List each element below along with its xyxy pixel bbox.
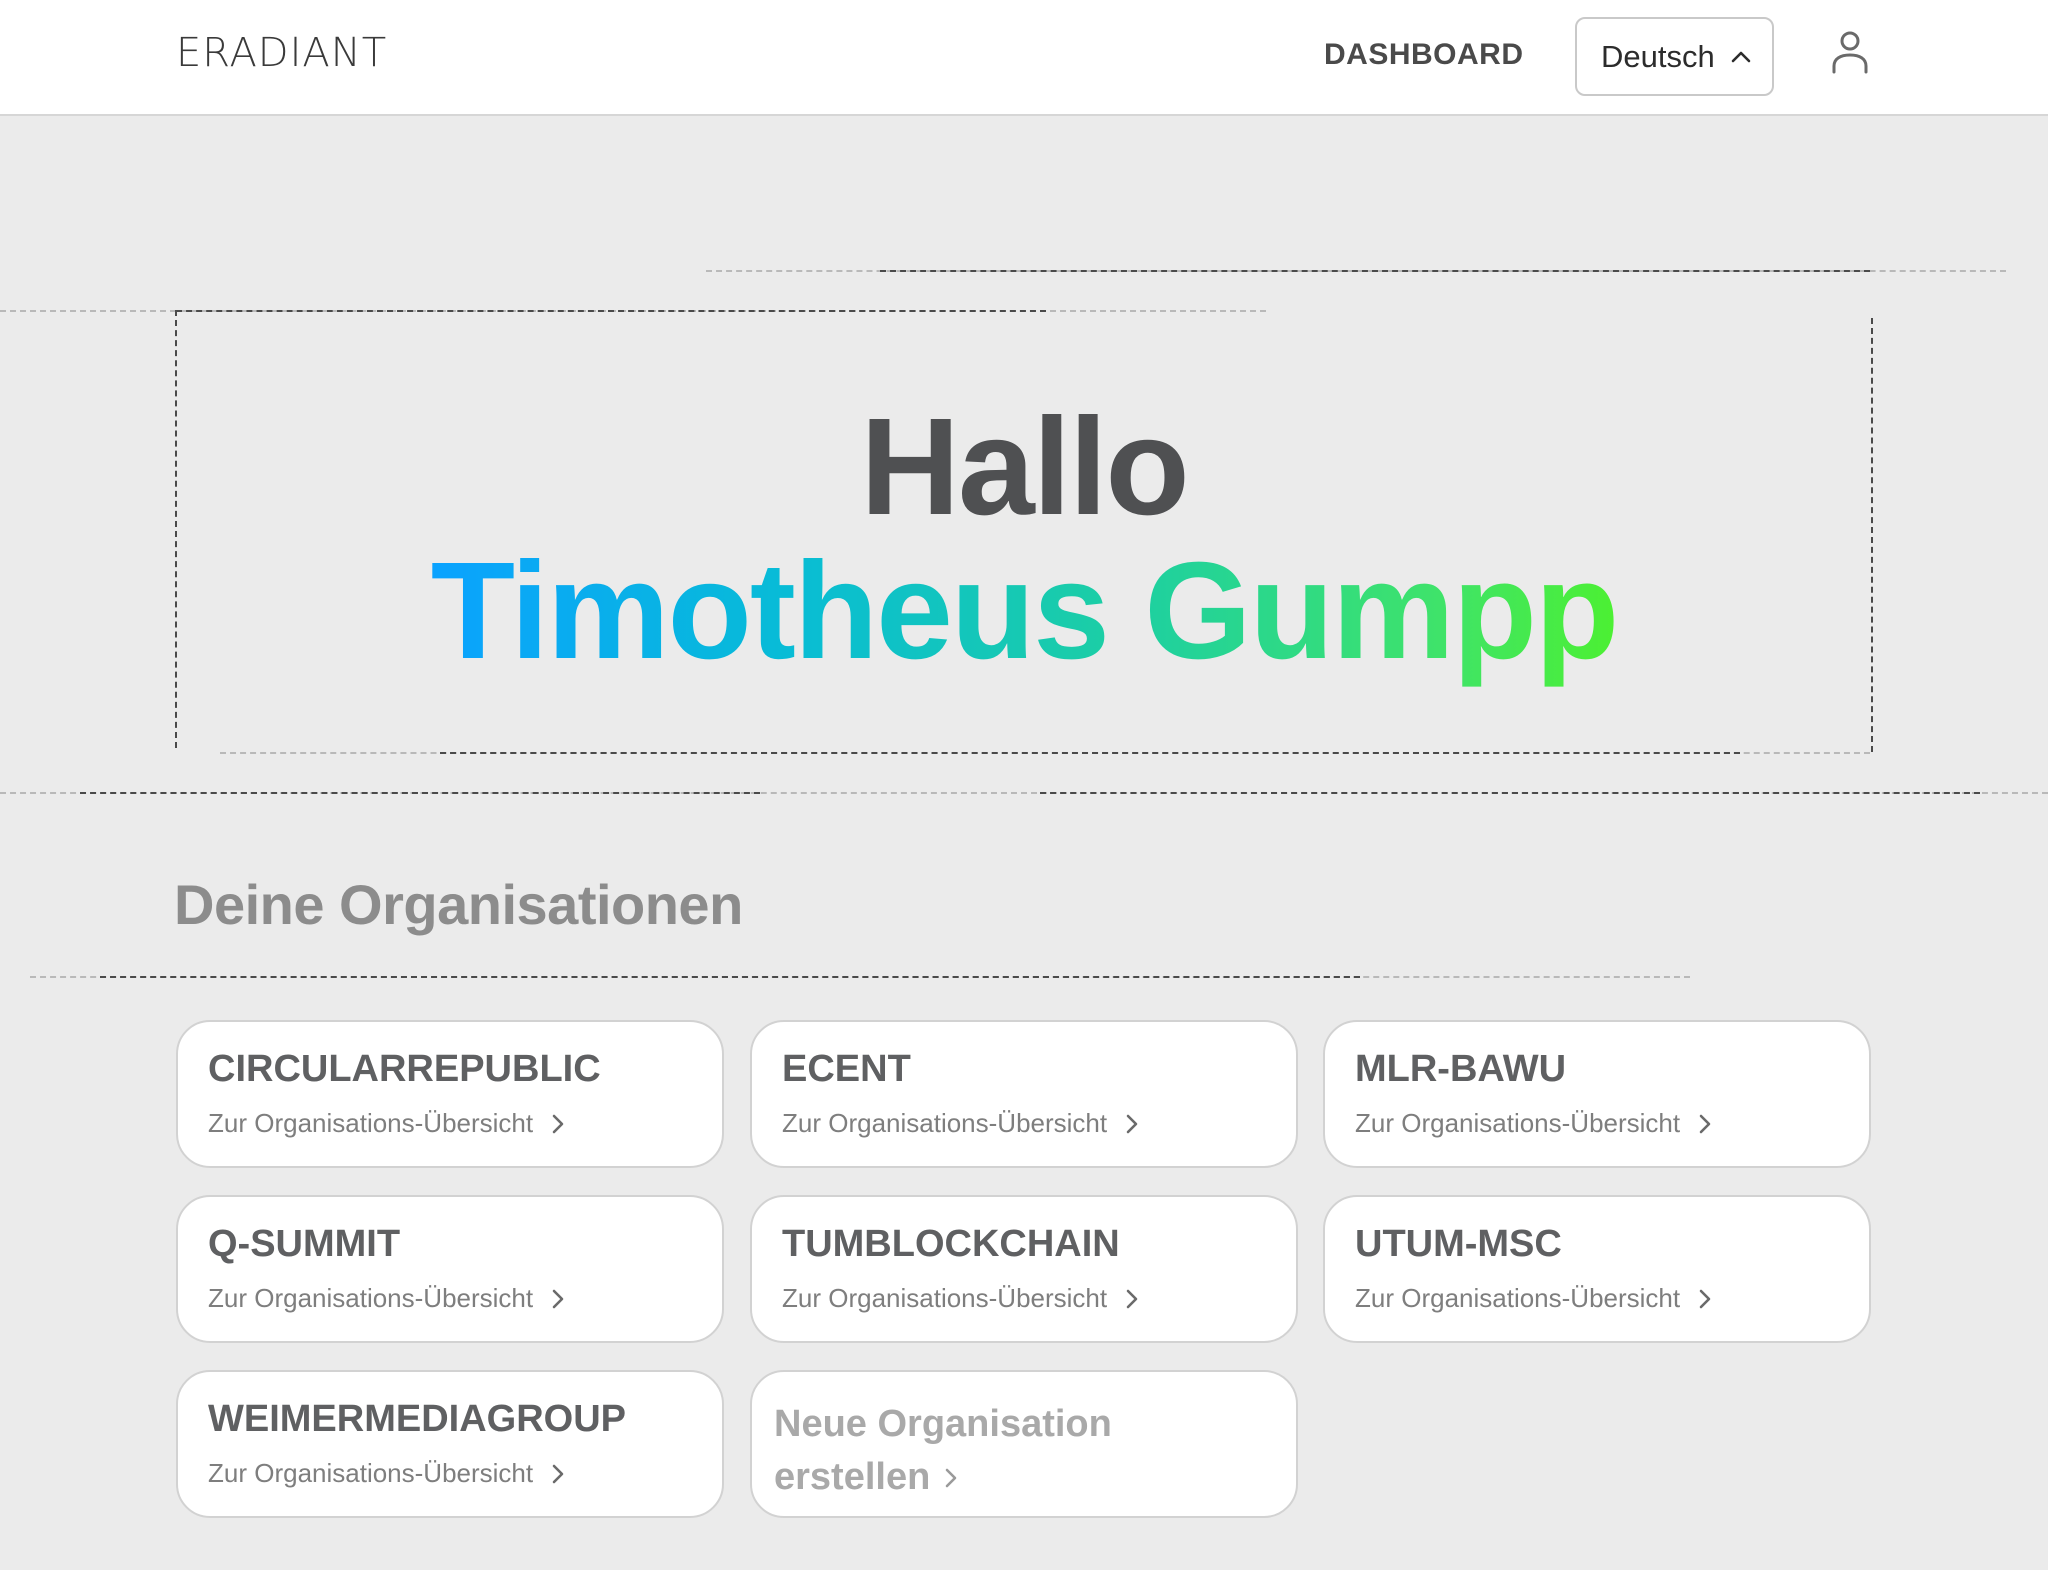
- chevron-right-icon: [552, 1464, 564, 1483]
- organisation-card[interactable]: TUMBLOCKCHAIN Zur Organisations-Übersich…: [750, 1195, 1298, 1343]
- create-organisation-card[interactable]: Neue Organisation erstellen: [750, 1370, 1298, 1518]
- decorative-dashed-line: [880, 270, 1870, 272]
- chevron-right-icon: [1699, 1114, 1711, 1133]
- create-organisation-label: Neue Organisation erstellen: [774, 1398, 1112, 1504]
- organisation-name: WEIMERMEDIAGROUP: [208, 1398, 626, 1440]
- organisation-name: Q-SUMMIT: [208, 1223, 401, 1265]
- organisation-overview-label: Zur Organisations-Übersicht: [782, 1283, 1108, 1313]
- create-organisation-line2: erstellen: [774, 1456, 931, 1498]
- organisation-overview-label: Zur Organisations-Übersicht: [208, 1108, 534, 1138]
- greeting-user-name: Timotheus Gumpp: [0, 536, 2048, 686]
- decorative-dashed-line: [440, 752, 1740, 754]
- chevron-right-icon: [1699, 1289, 1711, 1308]
- user-icon[interactable]: [1830, 30, 1870, 74]
- organisation-name: MLR-BAWU: [1355, 1048, 1567, 1090]
- organisation-card[interactable]: WEIMERMEDIAGROUP Zur Organisations-Übers…: [176, 1370, 724, 1518]
- language-select[interactable]: Deutsch: [1575, 17, 1774, 96]
- organisation-overview-link[interactable]: Zur Organisations-Übersicht: [208, 1458, 565, 1489]
- decorative-dashed-line: [100, 976, 1360, 978]
- organisation-card[interactable]: Q-SUMMIT Zur Organisations-Übersicht: [176, 1195, 724, 1343]
- organisation-name: TUMBLOCKCHAIN: [782, 1223, 1120, 1265]
- organisation-overview-link[interactable]: Zur Organisations-Übersicht: [208, 1108, 565, 1139]
- chevron-right-icon: [552, 1114, 564, 1133]
- organisation-name: CIRCULARREPUBLIC: [208, 1048, 601, 1090]
- organisation-overview-label: Zur Organisations-Übersicht: [782, 1108, 1108, 1138]
- organisation-overview-link[interactable]: Zur Organisations-Übersicht: [1355, 1283, 1712, 1314]
- organisation-overview-link[interactable]: Zur Organisations-Übersicht: [782, 1108, 1139, 1139]
- decorative-dashed-line: [80, 792, 760, 794]
- organisation-overview-link[interactable]: Zur Organisations-Übersicht: [782, 1283, 1139, 1314]
- top-header: ERADIANT DASHBOARD Deutsch: [0, 0, 2048, 116]
- organisation-overview-label: Zur Organisations-Übersicht: [208, 1283, 534, 1313]
- organisation-name: ECENT: [782, 1048, 911, 1090]
- greeting-user-name-text: Timotheus Gumpp: [430, 534, 1619, 688]
- organisation-card[interactable]: ECENT Zur Organisations-Übersicht: [750, 1020, 1298, 1168]
- decorative-dashed-line: [1040, 792, 1980, 794]
- chevron-right-icon: [552, 1289, 564, 1308]
- create-organisation-line1: Neue Organisation: [774, 1403, 1112, 1445]
- organisation-overview-label: Zur Organisations-Übersicht: [208, 1458, 534, 1488]
- organisation-overview-label: Zur Organisations-Übersicht: [1355, 1108, 1681, 1138]
- language-select-value: Deutsch: [1601, 38, 1715, 74]
- nav-dashboard-link[interactable]: DASHBOARD: [1324, 38, 1524, 72]
- organisation-card[interactable]: MLR-BAWU Zur Organisations-Übersicht: [1323, 1020, 1871, 1168]
- chevron-right-icon: [1126, 1114, 1138, 1133]
- chevron-right-icon: [1126, 1289, 1138, 1308]
- organisation-name: UTUM-MSC: [1355, 1223, 1562, 1265]
- organisation-card[interactable]: UTUM-MSC Zur Organisations-Übersicht: [1323, 1195, 1871, 1343]
- organisation-overview-label: Zur Organisations-Übersicht: [1355, 1283, 1681, 1313]
- decorative-dashed-line: [176, 310, 1046, 312]
- chevron-up-icon: [1731, 51, 1751, 62]
- section-title-organisations: Deine Organisationen: [174, 873, 743, 936]
- organisation-card[interactable]: CIRCULARREPUBLIC Zur Organisations-Übers…: [176, 1020, 724, 1168]
- organisation-overview-link[interactable]: Zur Organisations-Übersicht: [1355, 1108, 1712, 1139]
- greeting-hello: Hallo: [860, 390, 1189, 544]
- app-logo[interactable]: ERADIANT: [176, 30, 387, 76]
- organisation-overview-link[interactable]: Zur Organisations-Übersicht: [208, 1283, 565, 1314]
- chevron-right-icon: [946, 1468, 957, 1488]
